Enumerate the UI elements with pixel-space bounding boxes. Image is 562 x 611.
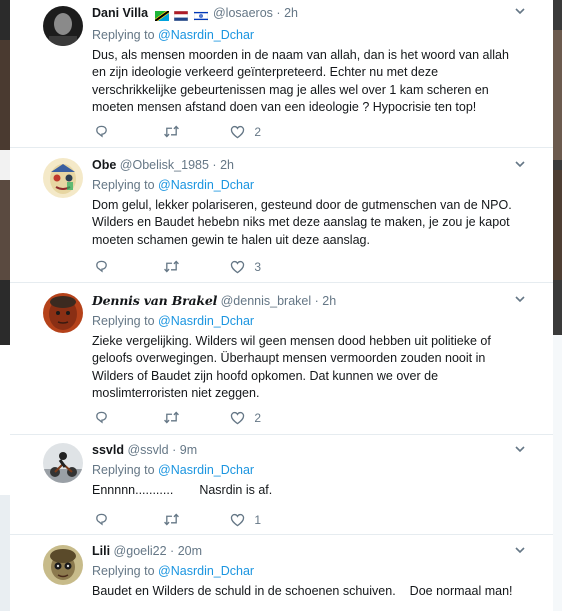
reply-button[interactable] [94,124,115,140]
tweet-text: Dom gelul, lekker polariseren, gesteund … [92,198,512,247]
like-button[interactable]: 2 [230,410,261,426]
separator-dot: · [314,294,319,308]
reply-tweet[interactable]: Obe @Obelisk_1985 · 2h Replying to @Nasr… [10,148,553,283]
tweet-text-part: Ennnnn........... [92,483,174,497]
tweet-text-part: Baudet en Wilders de schuld in de schoen… [92,584,396,598]
tweet-text: Baudet en Wilders de schuld in de schoen… [92,583,522,600]
retweet-icon [164,411,179,424]
retweet-button[interactable] [163,512,186,528]
reply-tweet[interactable]: Dennis van Brakel @dennis_brakel · 2h Re… [10,283,553,435]
heart-icon [230,411,245,425]
mention-link[interactable]: @Nasrdin_Dchar [158,564,254,578]
retweet-icon [164,260,179,273]
replying-to-label: Replying to [92,314,155,328]
separator-dot: · [170,544,175,558]
avatar[interactable] [43,293,83,333]
tweet-actions: 2 [92,124,392,140]
tweet-actions: 1 [92,512,392,528]
reply-button[interactable] [94,410,115,426]
like-count: 3 [254,259,262,274]
replying-to: Replying to @Nasrdin_Dchar [92,26,522,44]
display-name[interactable]: Obe [92,158,116,172]
avatar[interactable] [43,545,83,585]
chevron-down-icon[interactable] [513,442,527,456]
chevron-down-icon[interactable] [513,157,527,171]
tweet-text-part: Nasrdin is af. [199,483,273,497]
replying-to-label: Replying to [92,28,155,42]
timestamp[interactable]: 2h [284,6,298,20]
netherlands-flag-icon [174,10,189,21]
reply-button[interactable] [94,512,115,528]
separator-dot: · [276,6,281,20]
timestamp[interactable]: 20m [178,544,202,558]
tweet-text: Dus, als mensen moorden in de naam van a… [92,48,509,114]
display-name[interactable]: ssvld [92,443,124,457]
timestamp[interactable]: 2h [322,294,336,308]
retweet-icon [164,513,179,526]
replying-to: Replying to @Nasrdin_Dchar [92,176,522,194]
retweet-button[interactable] [163,124,186,140]
timestamp[interactable]: 9m [180,443,197,457]
retweet-icon [164,125,179,138]
username-handle[interactable]: @losaeros [213,6,273,20]
retweet-button[interactable] [163,410,186,426]
mention-link[interactable]: @Nasrdin_Dchar [158,463,254,477]
reply-tweet[interactable]: ssvld @ssvld · 9m Replying to @Nasrdin_D… [10,435,553,535]
reply-icon [96,412,107,424]
heart-icon [230,260,245,274]
avatar[interactable] [43,158,83,198]
timestamp[interactable]: 2h [220,158,234,172]
chevron-down-icon[interactable] [513,4,527,18]
like-button[interactable]: 3 [230,259,261,275]
like-count: 2 [254,410,262,425]
tweet-text: Zieke vergelijking. Wilders wil geen men… [92,334,491,400]
avatar[interactable] [43,443,83,483]
tweet-text-part: Doe normaal man! [409,584,513,598]
replying-to-label: Replying to [92,178,155,192]
tanzania-flag-icon [154,10,169,21]
replying-to-label: Replying to [92,564,155,578]
background-page-right [553,0,562,611]
heart-icon [230,513,245,527]
username-handle[interactable]: @Obelisk_1985 [120,158,209,172]
chevron-down-icon[interactable] [513,543,527,557]
flag-emojis [154,7,210,24]
heart-icon [230,125,245,139]
replying-to: Replying to @Nasrdin_Dchar [92,461,522,479]
mention-link[interactable]: @Nasrdin_Dchar [158,28,254,42]
like-count: 1 [254,512,262,527]
reply-button[interactable] [94,259,115,275]
display-name[interactable]: Dani Villa [92,6,148,20]
like-button[interactable]: 2 [230,124,261,140]
tweet-actions: 3 [92,259,392,275]
tweet-text: Ennnnn........... Nasrdin is af. [92,482,522,499]
retweet-button[interactable] [163,259,186,275]
tweet-actions: 2 [92,410,392,426]
replies-modal: Dani Villa @losaeros · 2h Replying to @N… [10,0,553,611]
separator-dot: · [212,158,217,172]
username-handle[interactable]: @dennis_brakel [221,294,312,308]
replying-to: Replying to @Nasrdin_Dchar [92,562,522,580]
display-name[interactable]: Dennis van Brakel [92,293,217,308]
replying-to-label: Replying to [92,463,155,477]
separator-dot: · [172,443,177,457]
mention-link[interactable]: @Nasrdin_Dchar [158,314,254,328]
display-name[interactable]: Lili [92,544,110,558]
reply-icon [96,514,107,526]
background-page-left [0,0,10,611]
username-handle[interactable]: @ssvld [127,443,168,457]
chevron-down-icon[interactable] [513,292,527,306]
replying-to: Replying to @Nasrdin_Dchar [92,312,522,330]
israel-flag-icon [193,10,208,21]
reply-icon [96,126,107,138]
mention-link[interactable]: @Nasrdin_Dchar [158,178,254,192]
username-handle[interactable]: @goeli22 [114,544,167,558]
reply-tweet[interactable]: Lili @goeli22 · 20m Replying to @Nasrdin… [10,535,553,611]
like-count: 2 [254,124,262,139]
avatar[interactable] [43,6,83,46]
reply-tweet[interactable]: Dani Villa @losaeros · 2h Replying to @N… [10,0,553,148]
reply-icon [96,261,107,273]
like-button[interactable]: 1 [230,512,261,528]
